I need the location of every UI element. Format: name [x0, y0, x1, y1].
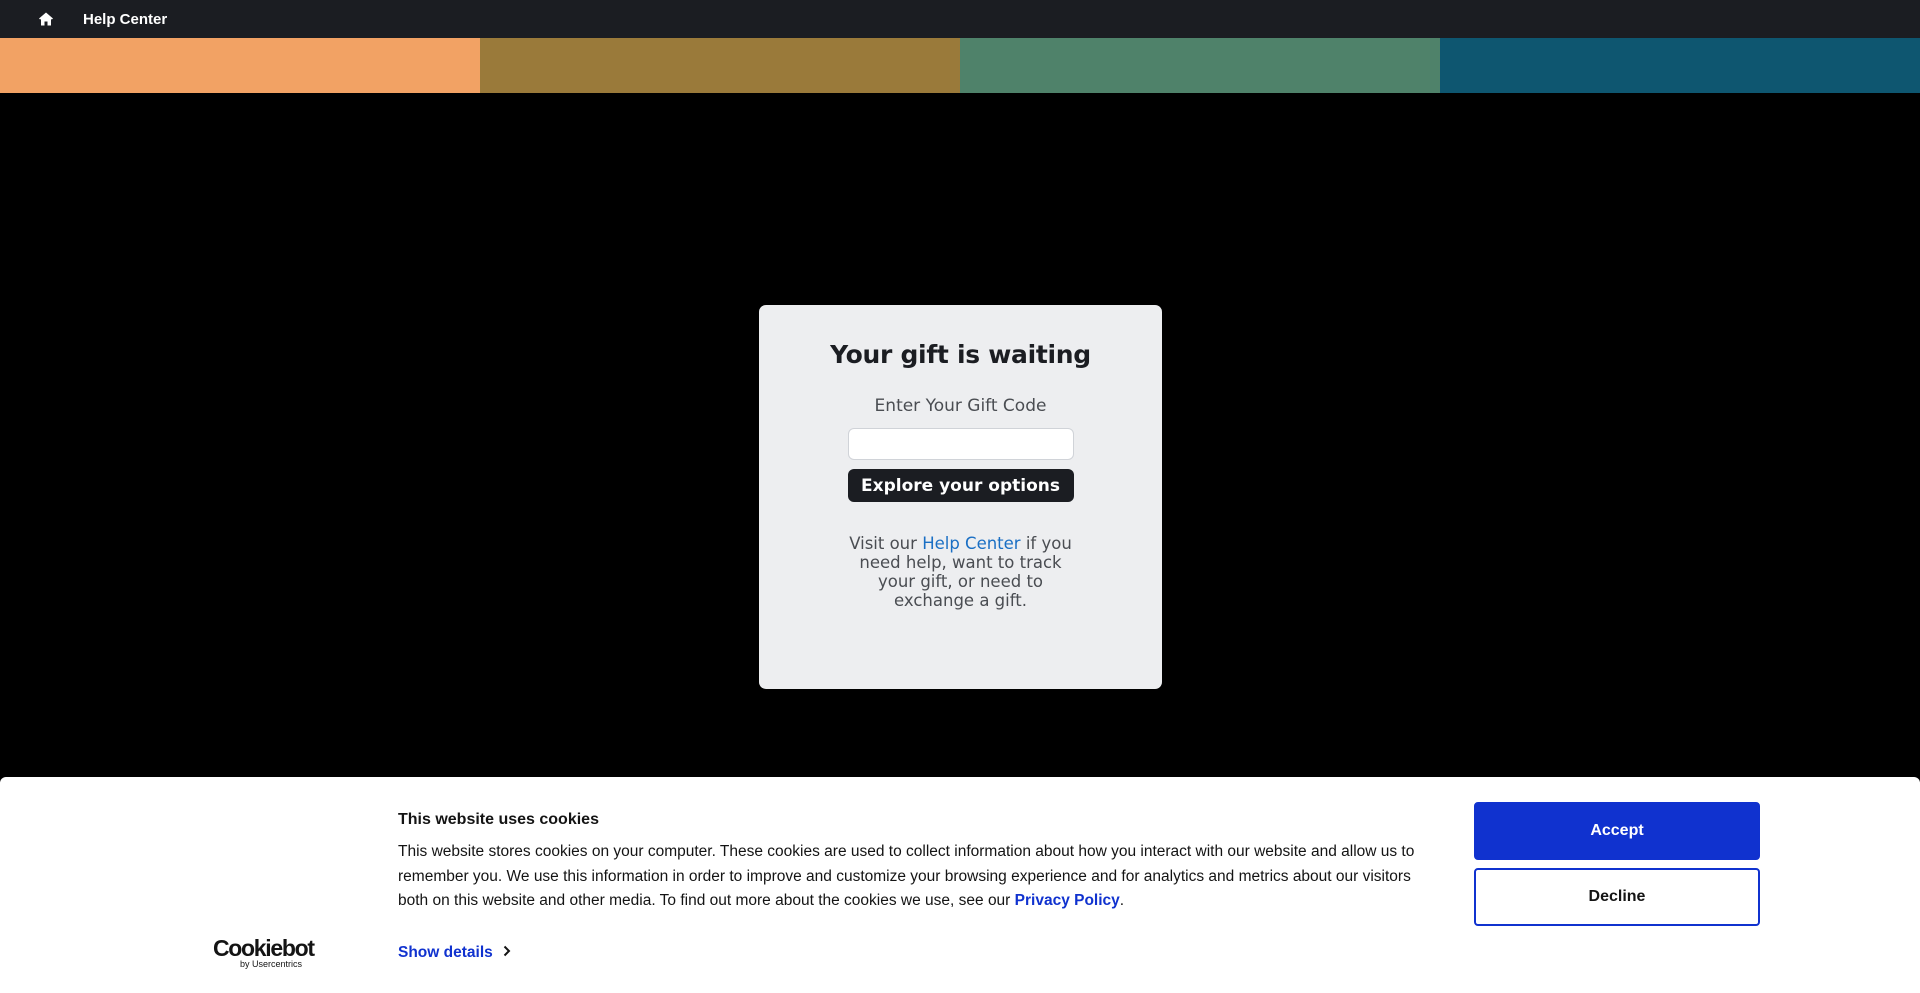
- privacy-policy-link[interactable]: Privacy Policy: [1015, 892, 1120, 909]
- cookiebot-logo: Cookiebot by Usercentrics: [213, 937, 317, 971]
- home-link[interactable]: [22, 0, 70, 38]
- top-navigation: Help Center: [0, 0, 1920, 38]
- decline-cookies-button[interactable]: Decline: [1474, 868, 1760, 926]
- color-stripe-banner: [0, 38, 1920, 93]
- cookie-consent-banner: Cookiebot by Usercentrics This website u…: [0, 777, 1920, 993]
- color-stripe-4: [1440, 38, 1920, 93]
- help-center-link[interactable]: Help Center: [922, 534, 1020, 553]
- color-stripe-2: [480, 38, 960, 93]
- help-text-prefix: Visit our: [849, 534, 923, 553]
- show-details-link[interactable]: Show details: [398, 944, 511, 962]
- card-title: Your gift is waiting: [830, 340, 1091, 369]
- color-stripe-1: [0, 38, 480, 93]
- help-text: Visit our Help Center if you need help, …: [848, 534, 1074, 610]
- color-stripe-3: [960, 38, 1440, 93]
- gift-code-input[interactable]: [847, 428, 1074, 460]
- accept-cookies-button[interactable]: Accept: [1474, 802, 1760, 860]
- cookiebot-logo-text: Cookiebot: [213, 935, 315, 961]
- show-details-label: Show details: [398, 944, 493, 961]
- cookie-description-text: This website stores cookies on your comp…: [398, 843, 1415, 909]
- cookie-description-end: .: [1119, 892, 1125, 909]
- explore-options-button[interactable]: Explore your options: [847, 469, 1074, 502]
- cookie-title: This website uses cookies: [398, 811, 599, 828]
- gift-code-card: Your gift is waiting Enter Your Gift Cod…: [759, 305, 1162, 689]
- gift-code-label: Enter Your Gift Code: [874, 396, 1047, 416]
- help-center-nav-link[interactable]: Help Center: [83, 11, 167, 28]
- home-icon: [39, 12, 53, 26]
- chevron-right-icon: [503, 944, 511, 962]
- cookie-description: This website stores cookies on your comp…: [398, 840, 1428, 914]
